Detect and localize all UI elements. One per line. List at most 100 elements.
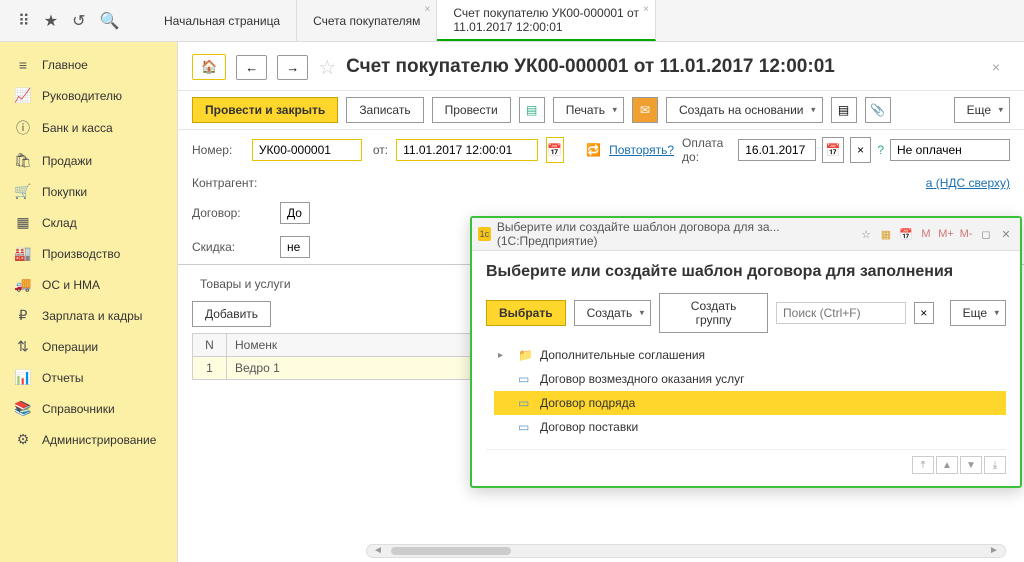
apps-icon[interactable]: ⠿ bbox=[18, 11, 30, 31]
topbar-icons: ⠿ ★ ↺ 🔍 bbox=[0, 11, 148, 31]
number-input[interactable] bbox=[252, 139, 362, 161]
sidebar-item-payroll[interactable]: ₽Зарплата и кадры bbox=[0, 300, 177, 331]
mplus-btn[interactable]: M+ bbox=[938, 226, 954, 242]
tab-items[interactable]: Товары и услуги bbox=[192, 273, 299, 295]
cart-icon: 🛒 bbox=[14, 183, 32, 200]
tree-item[interactable]: ▭Договор поставки bbox=[494, 415, 1006, 439]
post-button[interactable]: Провести bbox=[432, 97, 511, 123]
ruble-icon: ₽ bbox=[14, 307, 32, 324]
tree-nav: ⤒ ▲ ▼ ⤓ bbox=[486, 449, 1006, 474]
select-button[interactable]: Выбрать bbox=[486, 300, 566, 326]
h-scrollbar[interactable]: ◄ ► bbox=[366, 544, 1006, 558]
more-button[interactable]: Еще bbox=[954, 97, 1010, 123]
repeat-icon[interactable]: 🔁 bbox=[586, 143, 601, 157]
truck-icon: 🚚 bbox=[14, 276, 32, 293]
number-label: Номер: bbox=[192, 143, 244, 157]
repeat-link[interactable]: Повторять? bbox=[609, 143, 674, 157]
tab-invoices[interactable]: Счета покупателям× bbox=[297, 0, 437, 41]
help-icon[interactable]: ? bbox=[877, 143, 884, 157]
scroll-right-icon[interactable]: ► bbox=[987, 545, 1001, 557]
sidebar-item-operations[interactable]: ⇅Операции bbox=[0, 331, 177, 362]
scroll-left-icon[interactable]: ◄ bbox=[371, 545, 385, 557]
print-button[interactable]: Печать bbox=[553, 97, 624, 123]
post-and-close-button[interactable]: Провести и закрыть bbox=[192, 97, 338, 123]
forward-button[interactable]: → bbox=[277, 55, 308, 80]
tab-invoice-doc[interactable]: Счет покупателю УК00-000001 от 11.01.201… bbox=[437, 0, 656, 41]
save-button[interactable]: Записать bbox=[346, 97, 423, 123]
modal-toolbar: Выбрать Создать Создать группу × Еще bbox=[486, 293, 1006, 333]
date-input[interactable] bbox=[396, 139, 538, 161]
up-icon[interactable]: ▲ bbox=[936, 456, 958, 474]
document-area: 🏠 ← → ☆ Счет покупателю УК00-000001 от 1… bbox=[178, 42, 1024, 562]
factory-icon: 🏭 bbox=[14, 245, 32, 262]
info-icon: ⓘ bbox=[14, 118, 32, 138]
attach-button[interactable]: 📎 bbox=[865, 97, 891, 123]
scroll-thumb[interactable] bbox=[391, 547, 511, 555]
sidebar-item-catalogs[interactable]: 📚Справочники bbox=[0, 393, 177, 424]
close-icon[interactable]: × bbox=[425, 4, 431, 15]
mminus-btn[interactable]: M- bbox=[958, 226, 974, 242]
col-n: N bbox=[193, 334, 227, 357]
gear-icon: ⚙ bbox=[14, 431, 32, 448]
close-button[interactable]: × bbox=[992, 59, 1010, 75]
m-btn[interactable]: M bbox=[918, 226, 934, 242]
close-icon[interactable]: ✕ bbox=[998, 226, 1014, 242]
back-button[interactable]: ← bbox=[236, 55, 267, 80]
status-input[interactable] bbox=[890, 139, 1010, 161]
maximize-icon[interactable]: ◻ bbox=[978, 226, 994, 242]
transfer-icon: ⇅ bbox=[14, 338, 32, 355]
fav-icon[interactable]: ☆ bbox=[858, 226, 874, 242]
cal-icon[interactable]: 📅 bbox=[898, 226, 914, 242]
doc-toolbar: Провести и закрыть Записать Провести ▤ П… bbox=[178, 90, 1024, 130]
clear-icon[interactable]: × bbox=[850, 137, 872, 163]
down-icon[interactable]: ▼ bbox=[960, 456, 982, 474]
tree-folder[interactable]: ▸📁Дополнительные соглашения bbox=[494, 343, 1006, 367]
tab-home[interactable]: Начальная страница bbox=[148, 0, 297, 41]
from-label: от: bbox=[370, 143, 388, 157]
sidebar-item-assets[interactable]: 🚚ОС и НМА bbox=[0, 269, 177, 300]
books-icon: 📚 bbox=[14, 400, 32, 417]
discount-input[interactable] bbox=[280, 236, 310, 258]
calendar-icon[interactable]: 📅 bbox=[546, 137, 564, 163]
add-button[interactable]: Добавить bbox=[192, 301, 271, 327]
clear-search-icon[interactable]: × bbox=[914, 302, 934, 324]
create-based-button[interactable]: Создать на основании bbox=[666, 97, 823, 123]
template-tree: ▸📁Дополнительные соглашения ▭Договор воз… bbox=[494, 343, 1006, 439]
counterparty-label: Контрагент: bbox=[192, 176, 272, 190]
sidebar-item-main[interactable]: ≡Главное bbox=[0, 50, 177, 80]
chart-icon: 📈 bbox=[14, 87, 32, 104]
tree-item-selected[interactable]: ▭Договор подряда bbox=[494, 391, 1006, 415]
contract-input[interactable] bbox=[280, 202, 310, 224]
home-button[interactable]: 🏠 bbox=[192, 54, 226, 80]
sidebar-item-warehouse[interactable]: ▦Склад bbox=[0, 207, 177, 238]
related-button[interactable]: ▤ bbox=[519, 97, 545, 123]
pay-date-input[interactable] bbox=[738, 139, 816, 161]
sidebar-item-bank[interactable]: ⓘБанк и касса bbox=[0, 111, 177, 145]
search-input[interactable] bbox=[776, 302, 906, 324]
nav-sidebar: ≡Главное 📈Руководителю ⓘБанк и касса 🛍Пр… bbox=[0, 42, 178, 562]
first-icon[interactable]: ⤒ bbox=[912, 456, 934, 474]
dossier-button[interactable]: ▤ bbox=[831, 97, 857, 123]
history-icon[interactable]: ↺ bbox=[72, 11, 85, 31]
create-button[interactable]: Создать bbox=[574, 300, 652, 326]
tree-item[interactable]: ▭Договор возмездного оказания услуг bbox=[494, 367, 1006, 391]
sidebar-item-production[interactable]: 🏭Производство bbox=[0, 238, 177, 269]
sidebar-item-reports[interactable]: 📊Отчеты bbox=[0, 362, 177, 393]
favorite-icon[interactable]: ☆ bbox=[318, 55, 336, 80]
calendar-icon[interactable]: 📅 bbox=[822, 137, 844, 163]
sidebar-item-purchases[interactable]: 🛒Покупки bbox=[0, 176, 177, 207]
nds-link[interactable]: а (НДС сверху) bbox=[926, 176, 1010, 190]
mail-button[interactable]: ✉ bbox=[632, 97, 658, 123]
close-icon[interactable]: × bbox=[643, 4, 649, 15]
sidebar-item-manager[interactable]: 📈Руководителю bbox=[0, 80, 177, 111]
modal-more-button[interactable]: Еще bbox=[950, 300, 1006, 326]
doc-icon: ▭ bbox=[518, 396, 532, 410]
calc-icon[interactable]: ▦ bbox=[878, 226, 894, 242]
favorites-icon[interactable]: ★ bbox=[44, 11, 58, 31]
last-icon[interactable]: ⤓ bbox=[984, 456, 1006, 474]
create-group-button[interactable]: Создать группу bbox=[659, 293, 768, 333]
barchart-icon: 📊 bbox=[14, 369, 32, 386]
sidebar-item-sales[interactable]: 🛍Продажи bbox=[0, 145, 177, 176]
search-icon[interactable]: 🔍 bbox=[99, 11, 119, 31]
sidebar-item-admin[interactable]: ⚙Администрирование bbox=[0, 424, 177, 455]
